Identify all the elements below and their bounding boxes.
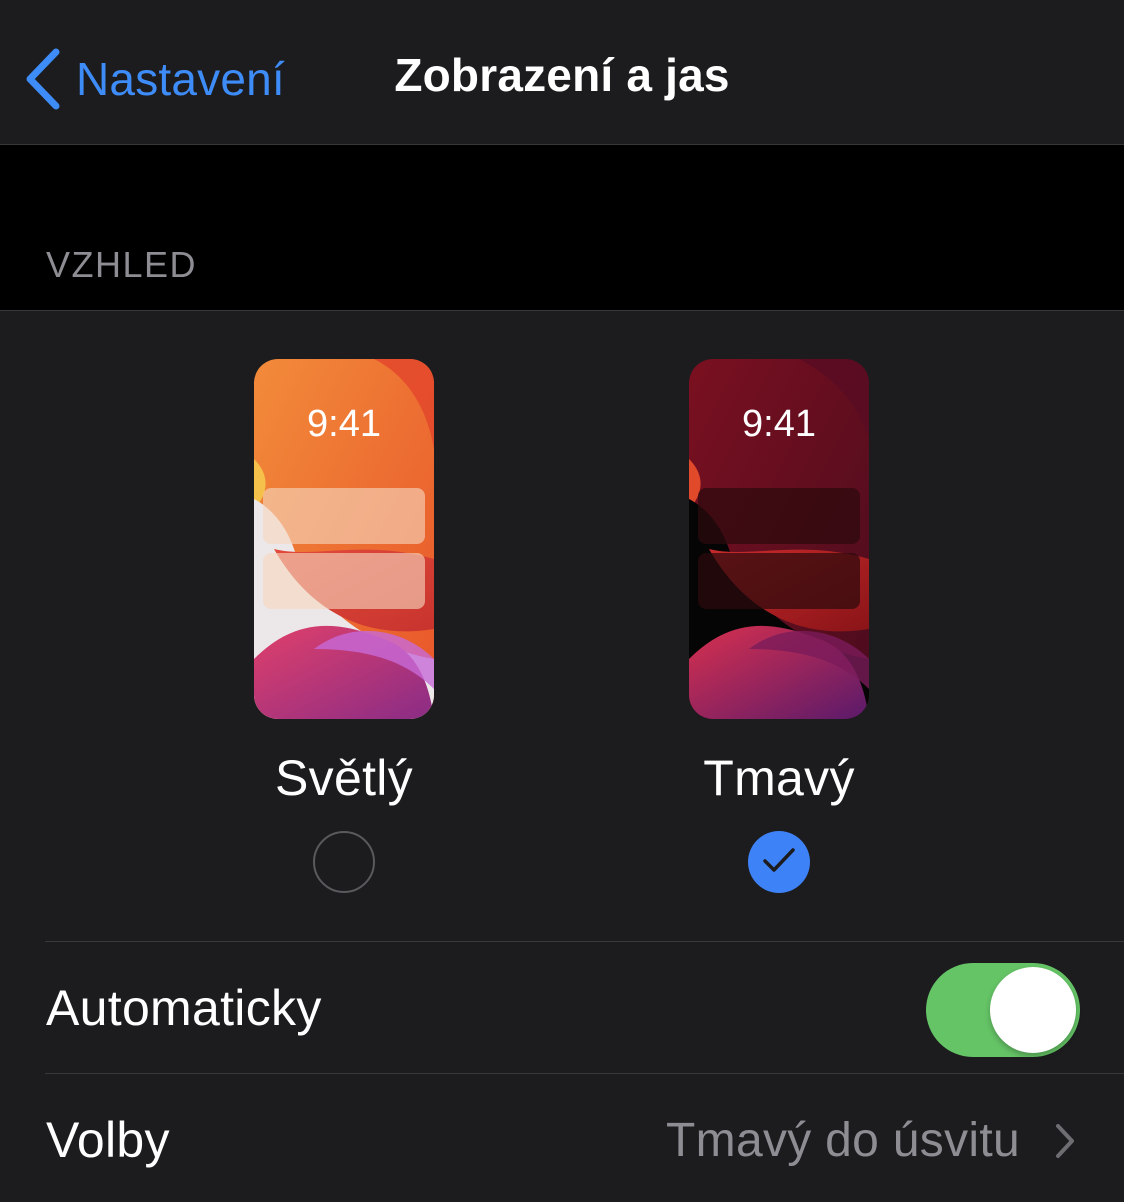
appearance-option-dark[interactable]: 9:41 Tmavý bbox=[689, 359, 869, 893]
preview-time: 9:41 bbox=[307, 403, 381, 445]
automatic-row: Automaticky bbox=[46, 943, 1124, 1073]
appearance-group: 9:41 Světlý 9:41 Tmavý Automaticky Volby… bbox=[0, 310, 1124, 1202]
preview-notification bbox=[698, 553, 860, 609]
dark-mode-preview: 9:41 bbox=[689, 359, 869, 719]
display-brightness-screen: Nastavení Zobrazení a jas VZHLED 9:41 Sv… bbox=[0, 0, 1124, 1202]
option-label-light: Světlý bbox=[275, 750, 413, 806]
options-value: Tmavý do úsvitu bbox=[666, 1113, 1020, 1167]
options-row[interactable]: Volby Tmavý do úsvitu bbox=[46, 1075, 1124, 1202]
light-mode-preview: 9:41 bbox=[254, 359, 434, 719]
preview-notification bbox=[698, 488, 860, 544]
preview-time: 9:41 bbox=[742, 403, 816, 445]
automatic-label: Automaticky bbox=[46, 980, 322, 1036]
page-title: Zobrazení a jas bbox=[394, 49, 730, 101]
automatic-toggle[interactable] bbox=[926, 963, 1080, 1057]
navigation-bar: Nastavení Zobrazení a jas bbox=[0, 0, 1124, 145]
radio-unselected-light[interactable] bbox=[313, 831, 375, 893]
checkmark-icon bbox=[759, 845, 799, 880]
radio-selected-dark[interactable] bbox=[748, 831, 810, 893]
appearance-option-light[interactable]: 9:41 Světlý bbox=[254, 359, 434, 893]
toggle-knob bbox=[990, 967, 1076, 1053]
options-label: Volby bbox=[46, 1112, 170, 1168]
chevron-right-icon bbox=[1054, 1123, 1076, 1164]
preview-notification bbox=[263, 553, 425, 609]
row-separator bbox=[45, 1073, 1124, 1074]
option-label-dark: Tmavý bbox=[703, 750, 855, 806]
row-separator bbox=[45, 941, 1124, 942]
preview-notification bbox=[263, 488, 425, 544]
section-header-appearance: VZHLED bbox=[46, 244, 198, 285]
